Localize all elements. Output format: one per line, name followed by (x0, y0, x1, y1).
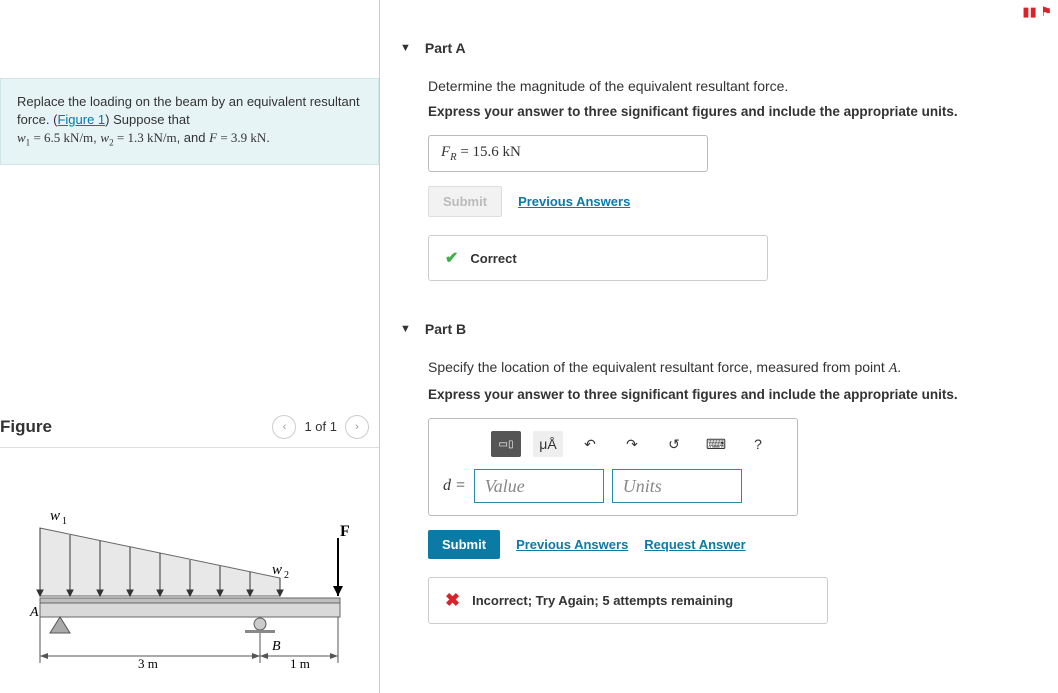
part-a-title: Part A (425, 40, 466, 56)
svg-text:1 m: 1 m (290, 656, 310, 671)
keyboard-icon[interactable]: ⌨ (701, 431, 731, 457)
figure-title: Figure (0, 417, 52, 437)
input-toolbar: ▭▯ μÅ ↶ ↷ ↺ ⌨ ? (443, 431, 783, 457)
figure-panel: Figure ‹ 1 of 1 › (0, 415, 379, 681)
undo-icon[interactable]: ↶ (575, 431, 605, 457)
svg-text:A: A (29, 605, 39, 620)
figure-next-button[interactable]: › (345, 415, 369, 439)
part-a: ▼ Part A Determine the magnitude of the … (400, 36, 1038, 281)
part-b-feedback: ✖ Incorrect; Try Again; 5 attempts remai… (428, 577, 828, 624)
value-input[interactable]: Value (474, 469, 604, 503)
part-b-title: Part B (425, 321, 466, 337)
redo-icon[interactable]: ↷ (617, 431, 647, 457)
caret-down-icon: ▼ (400, 42, 411, 54)
units-tool[interactable]: μÅ (533, 431, 563, 457)
answer-input-shell: ▭▯ μÅ ↶ ↷ ↺ ⌨ ? d = Value Units (428, 418, 798, 516)
flag-icon[interactable]: ▮▮ ⚑ (1022, 4, 1052, 20)
svg-text:3 m: 3 m (138, 656, 158, 671)
check-icon: ✔ (445, 248, 458, 268)
figure-counter: 1 of 1 (304, 419, 337, 434)
part-b-previous-answers-link[interactable]: Previous Answers (516, 537, 628, 552)
figure-prev-button[interactable]: ‹ (272, 415, 296, 439)
caret-down-icon: ▼ (400, 323, 411, 335)
svg-text:w: w (272, 562, 282, 578)
part-b-instruct: Express your answer to three significant… (428, 387, 1038, 402)
part-a-submit-button: Submit (428, 186, 502, 217)
part-a-instruct: Express your answer to three significant… (428, 104, 1038, 119)
svg-text:2: 2 (284, 570, 289, 581)
part-a-feedback: ✔ Correct (428, 235, 768, 281)
part-b-prompt: Specify the location of the equivalent r… (428, 359, 1038, 377)
help-icon[interactable]: ? (743, 431, 773, 457)
cross-icon: ✖ (445, 590, 460, 611)
units-input[interactable]: Units (612, 469, 742, 503)
F-var: F (209, 130, 217, 145)
reset-icon[interactable]: ↺ (659, 431, 689, 457)
w1-var: w (17, 130, 26, 145)
svg-text:w: w (50, 508, 60, 524)
request-answer-link[interactable]: Request Answer (644, 537, 745, 552)
part-a-previous-answers-link[interactable]: Previous Answers (518, 194, 630, 209)
part-a-answer: FR = 15.6 kN (428, 135, 708, 172)
part-b-header[interactable]: ▼ Part B (400, 317, 1038, 341)
part-b: ▼ Part B Specify the location of the equ… (400, 317, 1038, 624)
w2-var: w (100, 130, 109, 145)
figure-diagram: F w1 w2 A B 3 m 1 m (0, 448, 379, 681)
svg-text:B: B (272, 639, 281, 654)
problem-text-2: ) Suppose that (105, 112, 190, 127)
svg-text:1: 1 (62, 516, 67, 527)
part-a-header[interactable]: ▼ Part A (400, 36, 1038, 60)
part-b-submit-button[interactable]: Submit (428, 530, 500, 559)
part-a-prompt: Determine the magnitude of the equivalen… (428, 78, 1038, 94)
figure-link[interactable]: Figure 1 (57, 112, 105, 127)
svg-text:F: F (340, 523, 350, 540)
problem-statement: Replace the loading on the beam by an eq… (0, 78, 379, 165)
answer-lhs: d = (443, 477, 466, 495)
template-tool-icon[interactable]: ▭▯ (491, 431, 521, 457)
